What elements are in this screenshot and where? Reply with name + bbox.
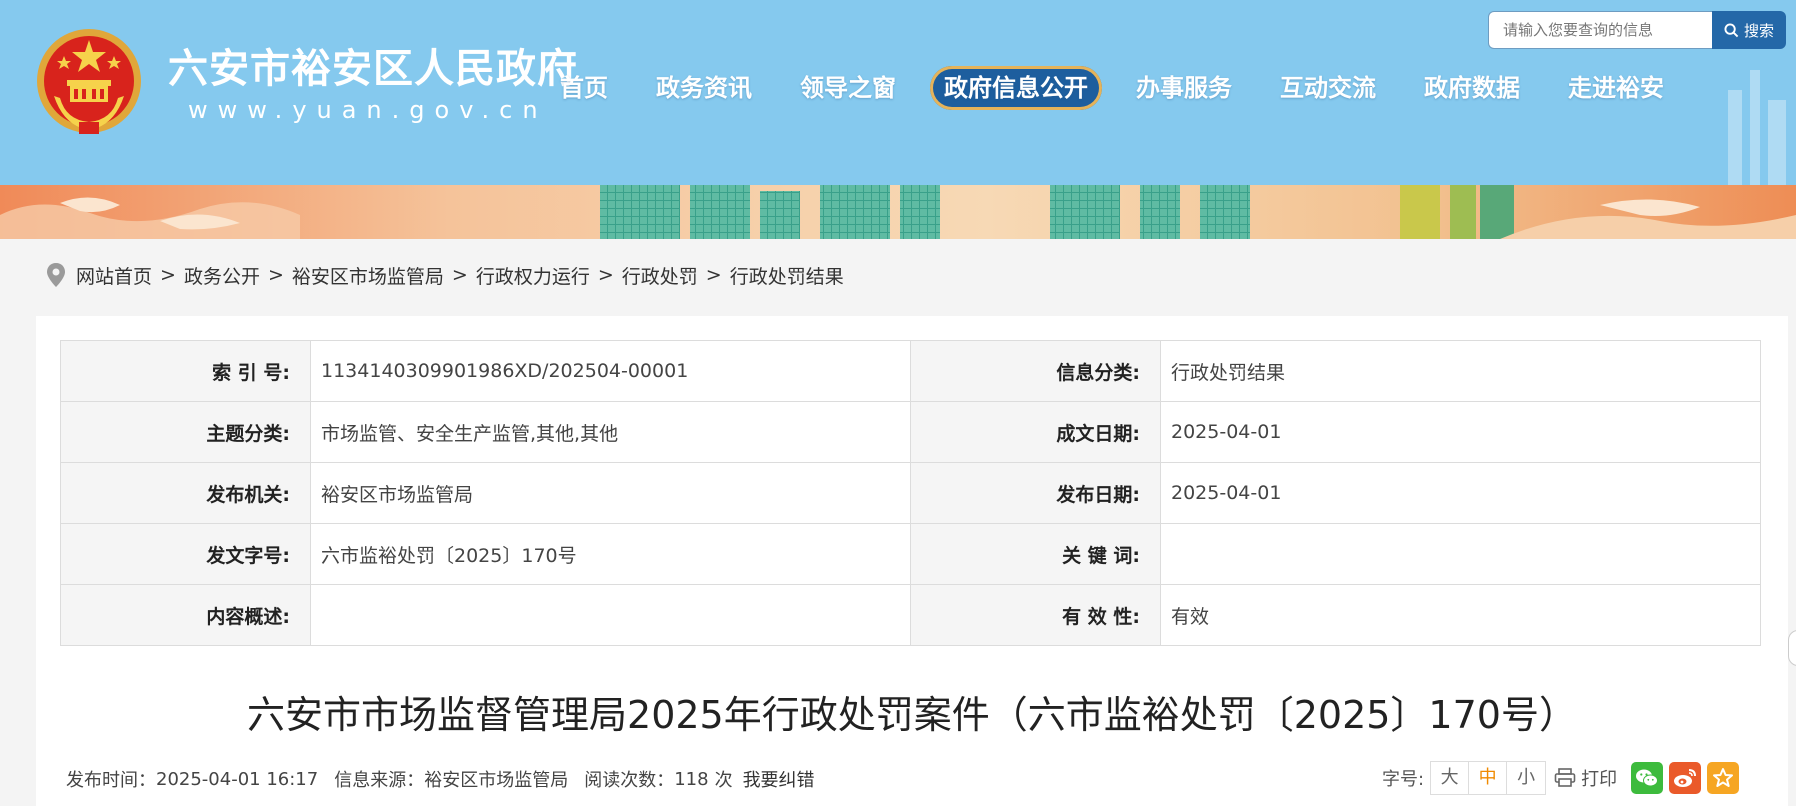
written-date-value: 2025-04-01 [1160, 401, 1761, 463]
breadcrumb-separator: > [705, 264, 722, 286]
publish-date-label: 发布日期: [910, 462, 1161, 524]
keywords-value [1160, 523, 1761, 585]
publish-date-value: 2025-04-01 [1160, 462, 1761, 524]
issuing-authority-label: 发布机关: [60, 462, 311, 524]
publish-time-label: 发布时间： [66, 770, 156, 791]
views-count: 118 [674, 768, 709, 790]
location-pin-icon [47, 263, 65, 287]
table-row: 发布机关: 裕安区市场监管局 发布日期: 2025-04-01 [60, 462, 1761, 524]
nav-item-interaction[interactable]: 互动交流 [1280, 66, 1376, 110]
search-input[interactable] [1488, 11, 1714, 49]
article-title: 六安市市场监督管理局2025年行政处罚案件（六市监裕处罚〔2025〕170号） [247, 693, 1577, 737]
font-size-label: 字号: [1382, 769, 1425, 790]
search-box: 搜索 [1488, 11, 1786, 49]
views-unit: 次 [714, 770, 733, 791]
source-label: 信息来源： [334, 770, 425, 791]
content-card: 索 引 号: 113414030990198​6XD/202504-00001 … [36, 316, 1788, 806]
summary-label: 内容概述: [60, 584, 311, 646]
font-size-medium[interactable]: 中 [1469, 762, 1508, 794]
breadcrumb-separator: > [160, 264, 176, 286]
article-tools: 字号: 大 中 小 打印 [1382, 760, 1740, 796]
print-label: 打印 [1581, 769, 1618, 790]
add-favorite-button[interactable] [1707, 762, 1740, 794]
search-button-label: 搜索 [1743, 21, 1774, 40]
nav-item-home[interactable]: 首页 [560, 66, 608, 110]
print-button[interactable]: 打印 [1554, 765, 1617, 791]
font-size-large[interactable]: 大 [1431, 762, 1470, 794]
info-category-label: 信息分类: [910, 340, 1161, 402]
keywords-label: 关 键 词: [910, 523, 1161, 585]
breadcrumb-gov-affairs[interactable]: 政务公开 [184, 262, 260, 289]
weibo-icon [1674, 769, 1697, 787]
topic-category-label: 主题分类: [60, 401, 311, 463]
report-error-link[interactable]: 我要纠错 [743, 766, 815, 792]
table-row: 发文字号: 六市监裕处罚〔2025〕170号 关 键 词: [60, 523, 1761, 585]
breadcrumb: 网站首页 > 政务公开 > 裕安区市场监管局 > 行政权力运行 > 行政处罚 >… [46, 258, 844, 292]
article-meta: 发布时间： 2025-04-01 16:17 信息来源： 裕安区市场监管局 阅读… [66, 764, 815, 794]
site-name: 六安市裕安区人民政府 [168, 46, 578, 92]
breadcrumb-penalty[interactable]: 行政处罚 [622, 262, 698, 289]
side-scroll-handle[interactable] [1788, 630, 1796, 666]
site-url: www.yuan.gov.cn [188, 96, 548, 124]
table-row: 内容概述: 有 效 性: 有效 [60, 584, 1761, 646]
header-decoration [1728, 70, 1786, 185]
nav-item-info-disclosure[interactable]: 政府信息公开 [930, 66, 1102, 110]
favorite-icon [1713, 768, 1734, 787]
share-wechat-button[interactable] [1631, 762, 1664, 794]
source-value: 裕安区市场监管局 [424, 770, 569, 791]
table-row: 索 引 号: 113414030990198​6XD/202504-00001 … [60, 340, 1761, 402]
wechat-icon [1636, 769, 1659, 787]
breadcrumb-separator: > [451, 264, 468, 286]
written-date-label: 成文日期: [910, 401, 1161, 463]
font-size-switcher: 大 中 小 [1430, 761, 1547, 795]
info-category-value: 行政处罚结果 [1160, 340, 1761, 402]
breadcrumb-penalty-result[interactable]: 行政处罚结果 [730, 262, 844, 289]
nav-item-about[interactable]: 走进裕安 [1568, 66, 1664, 110]
table-row: 主题分类: 市场监管、安全生产监管,其他,其他 成文日期: 2025-04-01 [60, 401, 1761, 463]
document-info-table: 索 引 号: 113414030990198​6XD/202504-00001 … [60, 340, 1761, 646]
breadcrumb-separator: > [267, 264, 284, 286]
document-number-value: 六市监裕处罚〔2025〕170号 [310, 523, 911, 585]
national-emblem-icon [37, 29, 141, 134]
share-weibo-button[interactable] [1669, 762, 1702, 794]
search-icon [1724, 22, 1739, 37]
topic-category-value: 市场监管、安全生产监管,其他,其他 [310, 401, 911, 463]
publish-time-value: 2025-04-01 16:17 [156, 768, 319, 790]
decorative-banner [0, 185, 1796, 239]
breadcrumb-separator: > [597, 264, 614, 286]
font-size-small[interactable]: 小 [1507, 762, 1546, 794]
nav-item-data[interactable]: 政府数据 [1424, 66, 1520, 110]
main-nav: 首页 政务资讯 领导之窗 政府信息公开 办事服务 互动交流 政府数据 走进裕安 [560, 66, 1664, 110]
nav-item-services[interactable]: 办事服务 [1136, 66, 1232, 110]
document-number-label: 发文字号: [60, 523, 311, 585]
breadcrumb-home[interactable]: 网站首页 [76, 262, 152, 289]
search-button[interactable]: 搜索 [1712, 11, 1786, 49]
printer-icon [1554, 768, 1576, 787]
issuing-authority-value: 裕安区市场监管局 [310, 462, 911, 524]
site-header: 六安市裕安区人民政府 www.yuan.gov.cn 搜索 首页 政务资讯 领导… [0, 0, 1796, 185]
breadcrumb-market-bureau[interactable]: 裕安区市场监管局 [292, 262, 444, 289]
nav-item-leaders[interactable]: 领导之窗 [800, 66, 896, 110]
summary-value [310, 584, 911, 646]
nav-item-news[interactable]: 政务资讯 [656, 66, 752, 110]
validity-label: 有 效 性: [910, 584, 1161, 646]
index-number-label: 索 引 号: [60, 340, 311, 402]
breadcrumb-admin-power[interactable]: 行政权力运行 [476, 262, 590, 289]
views-label: 阅读次数： [584, 770, 675, 791]
index-number-value: 113414030990198​6XD/202504-00001 [310, 340, 911, 402]
validity-value: 有效 [1160, 584, 1761, 646]
